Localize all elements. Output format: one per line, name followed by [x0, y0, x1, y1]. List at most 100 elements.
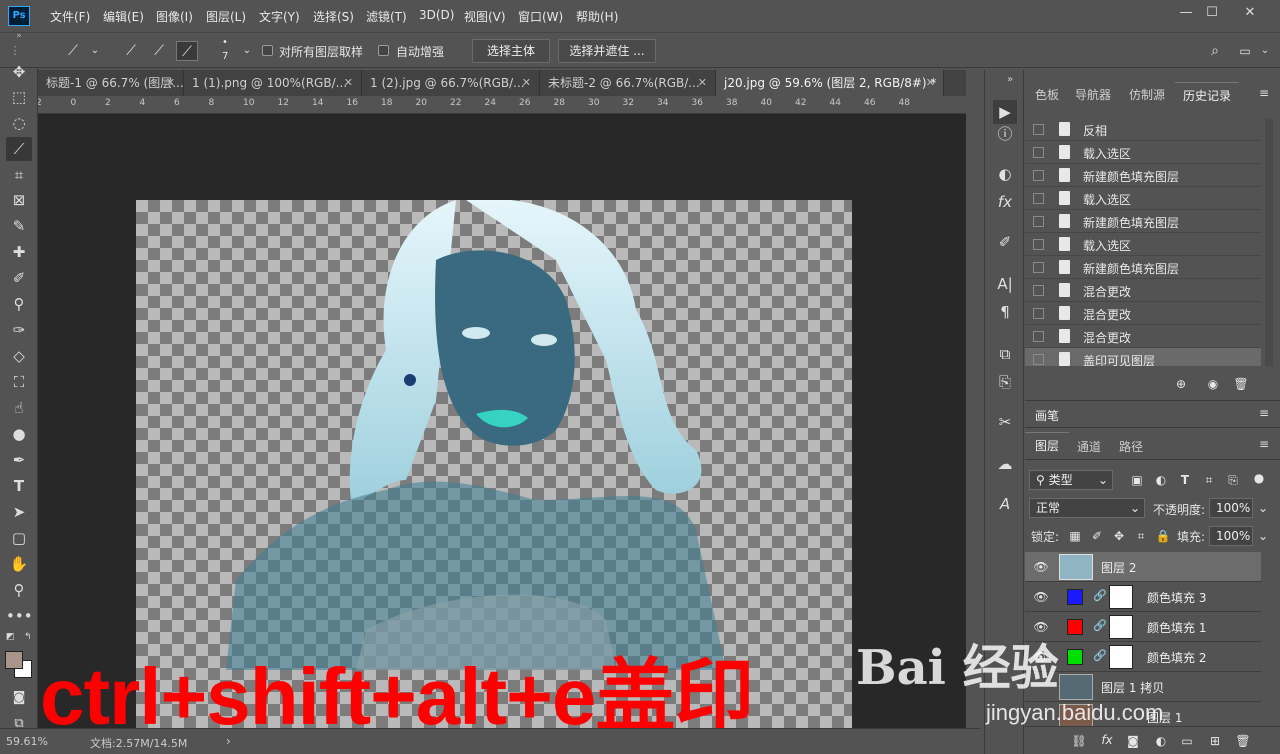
blend-mode-select[interactable]: 正常 ⌄ [1029, 498, 1145, 518]
opacity-input[interactable]: 100% [1209, 498, 1253, 518]
layer-row[interactable]: 👁 图层 2 [1025, 552, 1261, 582]
tab-swatches[interactable]: 色板 [1035, 82, 1059, 108]
history-source-checkbox[interactable] [1033, 285, 1044, 296]
fill-input[interactable]: 100% [1209, 526, 1253, 546]
history-state[interactable]: 混合更改 [1025, 302, 1261, 325]
history-source-checkbox[interactable] [1033, 124, 1044, 135]
history-brush-tool-icon[interactable]: ✑ [6, 318, 32, 342]
new-layer-icon[interactable]: ⊞ [1207, 733, 1223, 749]
path-selection-tool-icon[interactable]: ➤ [6, 500, 32, 524]
tab-1-1-png[interactable]: 1 (1).png @ 100%(RGB/... ✕ [184, 70, 362, 96]
filter-adjustment-icon[interactable]: ◐ [1153, 472, 1169, 488]
new-adjustment-layer-icon[interactable]: ◐ [1153, 733, 1169, 749]
paragraph-icon[interactable]: ¶ [993, 300, 1017, 324]
close-icon[interactable]: ✕ [698, 70, 707, 96]
maximize-button[interactable]: ☐ [1200, 4, 1224, 22]
filter-smart-object-icon[interactable]: ⎘ [1225, 472, 1241, 488]
play-action-icon[interactable]: ▶ [993, 100, 1017, 124]
select-and-mask-button[interactable]: 选择并遮住 ... [558, 39, 656, 63]
history-source-checkbox[interactable] [1033, 239, 1044, 250]
search-icon[interactable]: ⌕ [1204, 41, 1226, 61]
smudge-tool-icon[interactable]: ☝ [6, 396, 32, 420]
filter-pixel-icon[interactable]: ▣ [1129, 472, 1145, 488]
layer-row[interactable]: 👁 🔗 颜色填充 1 [1025, 612, 1261, 642]
history-source-checkbox[interactable] [1033, 331, 1044, 342]
quick-select-tool-icon[interactable]: ⟋ [6, 137, 32, 161]
chevron-down-icon[interactable]: ⌄ [1255, 528, 1271, 544]
add-to-selection-brush-icon[interactable]: ⟋ [148, 41, 170, 61]
tool-presets-icon[interactable]: ✂ [993, 410, 1017, 434]
brush-tool-icon[interactable]: ✐ [6, 266, 32, 290]
menu-image[interactable]: 图像(I) [156, 8, 193, 25]
history-state[interactable]: 混合更改 [1025, 325, 1261, 348]
workspace-icon[interactable]: ▭ [1234, 41, 1256, 61]
history-source-checkbox[interactable] [1033, 262, 1044, 273]
quick-mask-icon[interactable]: ◙ [6, 686, 32, 710]
lock-image-icon[interactable]: ✐ [1089, 528, 1105, 544]
lock-position-icon[interactable]: ✥ [1111, 528, 1127, 544]
new-document-from-state-icon[interactable]: ⊕ [1173, 376, 1189, 392]
close-icon[interactable]: ✕ [522, 70, 531, 96]
lock-all-icon[interactable]: 🔒 [1155, 528, 1171, 544]
history-state[interactable]: 盖印可见图层 [1025, 348, 1261, 366]
chevron-down-icon[interactable]: ⌄ [84, 41, 106, 61]
pen-tool-icon[interactable]: ✒ [6, 448, 32, 472]
tab-paths[interactable]: 路径 [1119, 438, 1143, 455]
history-scrollbar[interactable] [1265, 118, 1273, 366]
visibility-eye-icon[interactable]: 👁 [1033, 590, 1049, 604]
history-state[interactable]: 新建颜色填充图层 [1025, 256, 1261, 279]
minimize-button[interactable]: — [1174, 4, 1198, 22]
layer-row[interactable]: 👁 🔗 颜色填充 2 [1025, 642, 1261, 672]
paint-bucket-tool-icon[interactable]: ⛶ [6, 370, 32, 394]
history-state[interactable]: 新建颜色填充图层 [1025, 164, 1261, 187]
foreground-color-swatch[interactable] [5, 651, 23, 669]
menu-help[interactable]: 帮助(H) [576, 8, 618, 25]
swap-colors-icon[interactable]: ↰ [24, 632, 32, 642]
menu-file[interactable]: 文件(F) [50, 8, 90, 25]
glyphs-icon[interactable]: ⎘ [993, 370, 1017, 394]
default-colors-icon[interactable]: ◩ [6, 632, 15, 642]
history-source-checkbox[interactable] [1033, 147, 1044, 158]
layer-row[interactable]: 图层 1 拷贝 [1025, 672, 1261, 702]
info-icon[interactable]: ⓘ [993, 122, 1017, 146]
panel-menu-icon[interactable]: ≡ [1259, 86, 1269, 100]
crop-tool-icon[interactable]: ⌗ [6, 163, 32, 187]
menu-filter[interactable]: 滤镜(T) [366, 8, 407, 25]
tab-clone-source[interactable]: 仿制源 [1129, 82, 1165, 108]
tab-history[interactable]: 历史记录 [1175, 82, 1240, 108]
history-source-checkbox[interactable] [1033, 216, 1044, 227]
dock-collapse-icon[interactable]: » [1007, 74, 1013, 85]
hand-tool-icon[interactable]: ✋ [6, 552, 32, 576]
tab-untitled-1[interactable]: 标题-1 @ 66.7% (图层... ✕ [38, 70, 184, 96]
link-layers-icon[interactable]: ⛓ [1071, 733, 1087, 749]
menu-type[interactable]: 文字(Y) [259, 8, 300, 25]
toolbar-collapse-icon[interactable]: » [6, 30, 32, 42]
layer-name[interactable]: 图层 1 拷贝 [1101, 679, 1164, 696]
brush-panel-title[interactable]: 画笔 [1035, 407, 1059, 424]
move-tool-icon[interactable]: ✥ [6, 60, 32, 84]
status-menu-arrow[interactable]: › [226, 734, 231, 748]
lock-artboard-icon[interactable]: ⌗ [1133, 528, 1149, 544]
eyedropper-tool-icon[interactable]: ✎ [6, 214, 32, 238]
brush-settings-icon[interactable]: ✐ [993, 230, 1017, 254]
tab-untitled-2[interactable]: 未标题-2 @ 66.7%(RGB/... ✕ [540, 70, 716, 96]
marquee-tool-icon[interactable]: ⬚ [6, 85, 32, 109]
menu-3d[interactable]: 3D(D) [419, 8, 454, 22]
clone-source-icon[interactable]: ⧉ [993, 342, 1017, 366]
subtract-selection-brush-icon[interactable]: ⟋ [176, 41, 198, 61]
menu-edit[interactable]: 编辑(E) [103, 8, 144, 25]
filter-shape-icon[interactable]: ⌗ [1201, 472, 1217, 488]
quick-select-preset-icon[interactable]: ⟋ [62, 41, 84, 61]
type-tool-icon[interactable]: T [6, 474, 32, 498]
layer-style-icon[interactable]: fx [1099, 732, 1115, 748]
more-tools-icon[interactable]: ••• [6, 604, 33, 628]
chevron-down-icon[interactable]: ⌄ [1254, 41, 1276, 61]
chevron-down-icon[interactable]: ⌄ [1255, 500, 1271, 516]
character-icon[interactable]: A| [993, 272, 1017, 296]
tab-layers[interactable]: 图层 [1025, 432, 1069, 460]
close-icon[interactable]: ✕ [166, 70, 175, 96]
clone-stamp-tool-icon[interactable]: ⚲ [6, 292, 32, 316]
close-button[interactable]: ✕ [1238, 4, 1262, 22]
adjustments-icon[interactable]: ◐ [993, 162, 1017, 186]
styles-icon[interactable]: fx [993, 190, 1017, 214]
